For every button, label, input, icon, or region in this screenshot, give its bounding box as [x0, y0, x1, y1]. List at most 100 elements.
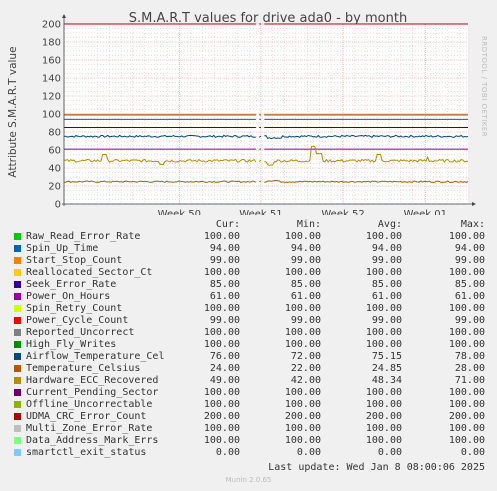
y-tick-label: 20 — [48, 182, 61, 193]
last-update: Last update: Wed Jan 8 08:00:06 2025 — [268, 462, 485, 473]
legend-value-min: 22.00 — [290, 363, 321, 374]
legend-value-cur: 100.00 — [203, 339, 240, 350]
y-tick-label: 80 — [48, 128, 61, 139]
legend-row: Power_On_Hours 61.00 61.00 61.00 61.00 — [13, 291, 489, 303]
legend-swatch — [14, 281, 21, 288]
legend-value-min: 72.00 — [290, 351, 321, 362]
legend-value-avg: 100.00 — [365, 387, 402, 398]
legend-row: Reported_Uncorrect 100.00 100.00 100.00 100.… — [13, 327, 489, 339]
legend-value-min: 99.00 — [290, 315, 321, 326]
legend-value-max: 100.00 — [448, 387, 485, 398]
legend-value-cur: 24.00 — [209, 363, 240, 374]
legend-value-avg: 100.00 — [365, 303, 402, 314]
legend-series-name: UDMA_CRC_Error_Count — [26, 411, 147, 422]
legend-header-cur: Cur: — [215, 219, 240, 230]
legend-row: Raw_Read_Error_Rate 100.00 100.00 100.00 100… — [13, 231, 489, 243]
y-tick-label: 120 — [42, 92, 61, 103]
legend-value-cur: 76.00 — [209, 351, 240, 362]
legend-value-min: 85.00 — [290, 279, 321, 290]
legend-value-avg: 0.00 — [377, 447, 402, 458]
legend-value-max: 100.00 — [448, 267, 485, 278]
legend-row: Seek_Error_Rate 85.00 85.00 85.00 85.00 — [13, 279, 489, 291]
legend-header-avg: Avg: — [377, 219, 402, 230]
x-tick-label: Week 01 — [404, 209, 447, 215]
legend-header-min: Min: — [296, 219, 321, 230]
legend-value-cur: 94.00 — [209, 243, 240, 254]
legend-series-name: Power_Cycle_Count — [26, 315, 129, 326]
y-tick-label: 160 — [42, 56, 61, 67]
legend-value-avg: 100.00 — [365, 339, 402, 350]
legend-row: Start_Stop_Count 99.00 99.00 99.00 99.00 — [13, 255, 489, 267]
legend-series-name: Raw_Read_Error_Rate — [26, 231, 141, 242]
legend-value-avg: 100.00 — [365, 327, 402, 338]
legend-value-cur: 100.00 — [203, 231, 240, 242]
legend-value-cur: 85.00 — [209, 279, 240, 290]
legend-value-min: 100.00 — [284, 387, 321, 398]
legend-value-max: 99.00 — [454, 315, 485, 326]
legend-swatch — [14, 389, 21, 396]
legend-value-max: 85.00 — [454, 279, 485, 290]
legend-value-avg: 200.00 — [365, 411, 402, 422]
legend-swatch — [14, 365, 21, 372]
y-axis-arrow — [62, 14, 66, 18]
legend-value-min: 99.00 — [290, 255, 321, 266]
legend-value-avg: 100.00 — [365, 435, 402, 446]
legend-series-name: Temperature_Celsius — [26, 363, 141, 374]
legend-value-cur: 61.00 — [209, 291, 240, 302]
legend-row: Current_Pending_Sector 100.00 100.00 100.00… — [13, 387, 489, 399]
legend-swatch — [14, 269, 21, 276]
legend-value-cur: 100.00 — [203, 387, 240, 398]
legend-swatch — [14, 305, 21, 312]
legend-swatch — [14, 353, 21, 360]
legend-value-max: 100.00 — [448, 435, 485, 446]
legend-value-avg: 48.34 — [371, 375, 402, 386]
legend-value-max: 100.00 — [448, 327, 485, 338]
legend-value-min: 100.00 — [284, 327, 321, 338]
legend-value-max: 94.00 — [454, 243, 485, 254]
legend-value-min: 100.00 — [284, 339, 321, 350]
legend-value-avg: 75.15 — [371, 351, 402, 362]
legend-swatch — [14, 377, 21, 384]
legend-series-name: High_Fly_Writes — [26, 339, 117, 350]
legend-series-name: Start_Stop_Count — [26, 255, 123, 266]
legend-value-max: 100.00 — [448, 339, 485, 350]
legend-value-min: 100.00 — [284, 303, 321, 314]
y-tick-label: 200 — [42, 20, 61, 31]
legend-value-min: 100.00 — [284, 267, 321, 278]
legend-value-max: 78.00 — [454, 351, 485, 362]
legend-series-name: Seek_Error_Rate — [26, 279, 117, 290]
x-tick-label: Week 51 — [239, 209, 282, 215]
legend-header-max: Max: — [460, 219, 485, 230]
legend-series-name: Data_Address_Mark_Errs — [26, 435, 159, 446]
legend-value-min: 100.00 — [284, 231, 321, 242]
legend-value-cur: 100.00 — [203, 435, 240, 446]
legend-value-min: 61.00 — [290, 291, 321, 302]
legend-series-name: Reported_Uncorrect — [26, 327, 135, 338]
legend-value-min: 100.00 — [284, 423, 321, 434]
legend-swatch — [14, 257, 21, 264]
legend-series-name: Hardware_ECC_Recovered — [26, 375, 159, 386]
legend-value-max: 71.00 — [454, 375, 485, 386]
legend-row: Airflow_Temperature_Cel 76.00 72.00 75.15 78… — [13, 351, 489, 363]
legend-value-cur: 100.00 — [203, 267, 240, 278]
legend-value-cur: 99.00 — [209, 255, 240, 266]
y-tick-label: 100 — [42, 110, 61, 121]
legend-value-max: 28.00 — [454, 363, 485, 374]
legend-value-min: 100.00 — [284, 435, 321, 446]
legend-value-avg: 100.00 — [365, 423, 402, 434]
legend-value-min: 94.00 — [290, 243, 321, 254]
legend-row: smartctl_exit_status 0.00 0.00 0.00 0.00 — [13, 447, 489, 459]
legend-row: Temperature_Celsius 24.00 22.00 24.85 28.00 — [13, 363, 489, 375]
legend-swatch — [14, 401, 21, 408]
legend-value-avg: 24.85 — [371, 363, 402, 374]
legend-swatch — [14, 341, 21, 348]
legend-value-max: 99.00 — [454, 255, 485, 266]
legend-value-cur: 100.00 — [203, 327, 240, 338]
legend-value-min: 100.00 — [284, 399, 321, 410]
legend-swatch — [14, 449, 21, 456]
legend-row: Offline_Uncorrectable 100.00 100.00 100.00 1… — [13, 399, 489, 411]
legend-value-cur: 99.00 — [209, 315, 240, 326]
legend-series-name: smartctl_exit_status — [26, 447, 147, 458]
legend-series-name: Offline_Uncorrectable — [26, 399, 153, 410]
legend-series-name: Spin_Retry_Count — [26, 303, 123, 314]
